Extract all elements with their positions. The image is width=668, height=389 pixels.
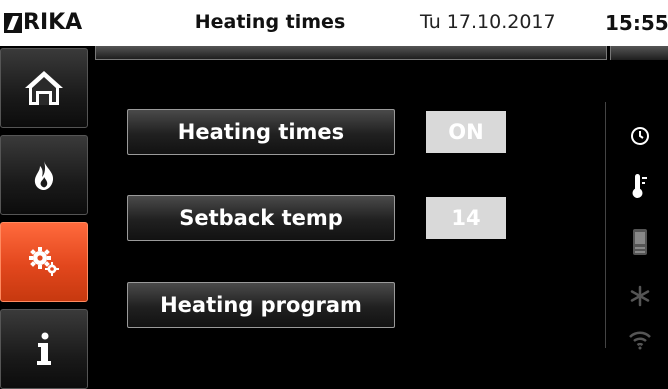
setback-temp-button[interactable]: Setback temp	[127, 195, 395, 241]
status-frame-top	[610, 46, 668, 60]
sidebar-nav	[0, 46, 90, 389]
sidebar-item-home[interactable]	[0, 48, 88, 128]
date-display: Tu 17.10.2017	[420, 11, 556, 33]
page-title: Heating times	[194, 11, 346, 33]
status-divider	[605, 102, 606, 348]
flame-icon	[34, 161, 54, 190]
logo-mark-icon	[4, 13, 22, 33]
device-icon	[628, 228, 652, 256]
setback-temp-value: 14	[426, 197, 506, 239]
settings-gears-icon	[29, 247, 59, 276]
time-display: 15:55	[605, 11, 668, 35]
thermometer-icon	[628, 172, 652, 200]
heating-times-button[interactable]: Heating times	[127, 109, 395, 155]
logo-text: RIKA	[23, 10, 83, 35]
info-icon	[37, 332, 51, 365]
snowflake-icon	[628, 282, 652, 310]
clock-icon	[628, 122, 652, 150]
home-icon	[25, 71, 63, 105]
heating-times-value: ON	[426, 111, 506, 153]
content-frame-top	[95, 46, 607, 60]
rika-logo: RIKA	[4, 8, 88, 38]
heating-program-button[interactable]: Heating program	[127, 282, 395, 328]
wifi-icon	[628, 326, 652, 354]
sidebar-item-flame[interactable]	[0, 135, 88, 215]
sidebar-item-info[interactable]	[0, 309, 88, 389]
top-bar: RIKA Heating times Tu 17.10.2017 15:55	[0, 0, 668, 46]
sidebar-item-settings[interactable]	[0, 222, 88, 302]
